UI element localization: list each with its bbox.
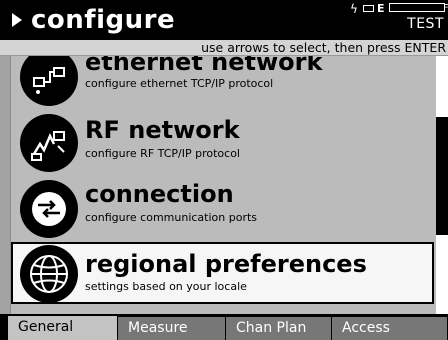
tab-access[interactable]: Access <box>332 317 448 340</box>
tab-chan-plan[interactable]: Chan Plan <box>226 317 332 340</box>
menu-item-title: ethernet network <box>85 56 323 76</box>
menu-item-connection[interactable]: connection configure communication ports <box>11 178 435 240</box>
rf-network-icon <box>20 114 78 172</box>
connection-icon <box>20 180 78 238</box>
menu-item-subtitle: configure ethernet TCP/IP protocol <box>85 77 274 90</box>
scrollbar-thumb[interactable] <box>436 117 448 235</box>
tab-bar: General Measure Chan Plan Access <box>0 314 448 340</box>
battery-empty-label: E <box>377 2 385 15</box>
menu-item-regional-preferences[interactable]: regional preferences settings based on y… <box>11 242 434 304</box>
battery-gauge <box>389 3 445 12</box>
status-area: ϟ E F TEST <box>333 0 448 40</box>
menu-item-subtitle: configure RF TCP/IP protocol <box>85 147 240 160</box>
page-title: configure <box>31 5 176 35</box>
menu-item-subtitle: configure communication ports <box>85 211 258 224</box>
lightning-bolt-icon: ϟ <box>350 2 358 16</box>
ethernet-network-icon <box>20 56 78 106</box>
tab-measure[interactable]: Measure <box>118 317 226 340</box>
globe-icon <box>20 245 78 303</box>
menu-item-subtitle: settings based on your locale <box>85 280 247 293</box>
title-bar: configure ϟ E F TEST <box>0 0 448 40</box>
menu-item-ethernet-network[interactable]: ethernet network configure ethernet TCP/… <box>11 56 435 106</box>
menu-item-rf-network[interactable]: RF network configure RF TCP/IP protocol <box>11 112 435 174</box>
plug-icon <box>363 5 374 12</box>
tab-general[interactable]: General <box>8 316 118 340</box>
menu-item-title: regional preferences <box>85 250 367 278</box>
menu-list: ethernet network configure ethernet TCP/… <box>0 56 448 314</box>
menu-item-title: RF network <box>85 116 240 144</box>
menu-item-title: connection <box>85 180 234 208</box>
hint-text: use arrows to select, then press ENTER <box>201 40 446 55</box>
configure-screen: configure ϟ E F TEST use arrows to selec… <box>0 0 448 340</box>
right-triangle-icon <box>12 13 22 27</box>
mode-label: TEST <box>407 16 444 32</box>
battery-full-label: F <box>443 3 448 14</box>
hint-bar: use arrows to select, then press ENTER <box>0 40 448 56</box>
